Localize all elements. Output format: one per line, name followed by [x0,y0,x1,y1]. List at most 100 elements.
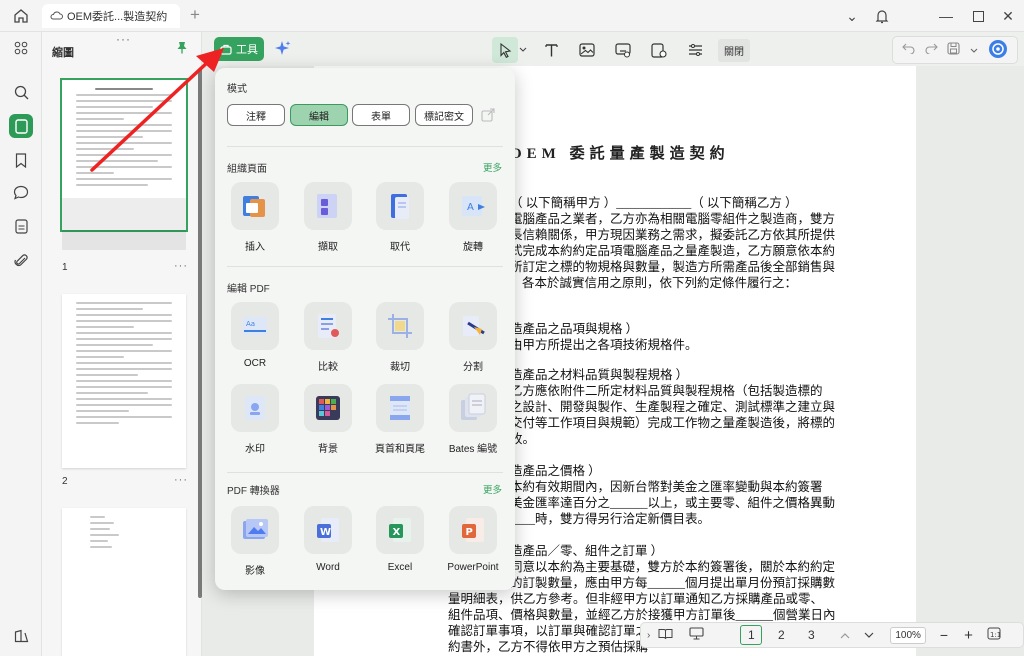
home-icon[interactable] [10,6,32,26]
attachment-icon[interactable] [9,248,33,272]
pin-icon[interactable] [176,41,188,57]
tool-rotate[interactable]: A 旋轉 [443,182,503,253]
excel-icon: X [376,506,424,554]
fit-actual-size-icon[interactable]: 1:1 [987,627,1001,643]
tool-extract[interactable]: 擷取 [298,182,358,253]
tool-insert[interactable]: 插入 [225,182,285,253]
tool-label: 取代 [390,242,410,253]
left-rail [0,32,42,656]
zoom-out-icon[interactable]: − [940,627,948,643]
panel-toggle-icon[interactable] [9,624,33,648]
toolbox-icon [220,44,232,55]
tool-label: 旋轉 [463,242,483,253]
presentation-icon[interactable] [689,627,704,643]
tool-to-word[interactable]: W Word [298,506,358,573]
new-tab-button[interactable]: + [190,5,200,25]
add-image-button[interactable] [574,37,600,63]
converter-more-link[interactable]: 更多 [483,482,502,496]
mode-redact-button[interactable]: 標記密文 [415,104,473,126]
search-icon[interactable] [9,80,33,104]
add-text-button[interactable] [538,37,564,63]
tool-crop[interactable]: 裁切 [370,302,430,373]
document-tab-title: OEM委託...製造契約 [67,11,168,23]
add-link-button[interactable] [610,37,636,63]
tool-watermark[interactable]: 水印 [225,384,285,455]
section-converter-title: PDF 轉換器 [227,486,280,497]
tool-background[interactable]: 背景 [298,384,358,455]
tool-label: 分割 [463,362,483,373]
tool-to-excel[interactable]: X Excel [370,506,430,573]
page-settings-button[interactable] [682,37,708,63]
organize-more-link[interactable]: 更多 [483,160,502,174]
comments-icon[interactable] [9,180,33,204]
chevron-up-icon[interactable] [840,628,850,642]
layers-icon[interactable] [9,214,33,238]
more-options-icon[interactable]: ··· [174,260,188,272]
mode-edit-button[interactable]: 編輯 [290,104,348,126]
minimize-button[interactable]: — [936,6,956,26]
apps-grid-icon[interactable] [9,36,33,60]
ai-assistant-icon[interactable] [988,39,1008,62]
mode-form-button[interactable]: 表單 [352,104,410,126]
document-tab[interactable]: OEM委託...製造契約 [42,4,180,28]
maximize-button[interactable] [968,6,988,26]
panel-drag-handle[interactable]: ··· [116,32,131,46]
chevron-down-icon[interactable] [864,628,874,642]
more-options-icon[interactable]: ··· [174,474,188,486]
tools-button-label: 工具 [236,44,258,56]
compare-icon [304,302,352,350]
tool-label: Bates 編號 [448,444,498,455]
extract-pages-icon [304,182,352,230]
page-thumbnail-2[interactable] [62,294,186,468]
zoom-in-icon[interactable]: + [964,627,973,644]
close-edit-button[interactable]: 關閉 [718,38,750,62]
bookmark-icon[interactable] [9,148,33,172]
chevron-right-icon[interactable]: › [647,630,650,641]
reading-mode-icon[interactable] [658,628,673,643]
close-window-button[interactable]: ✕ [998,6,1018,26]
redo-icon[interactable] [925,43,938,57]
page-button-1[interactable]: 1 [740,625,763,645]
mode-comment-button[interactable]: 注釋 [227,104,285,126]
tool-to-image[interactable]: 影像 [225,506,285,577]
bates-number-icon [449,384,497,432]
right-toolbar-group [892,36,1018,64]
divider [227,472,503,473]
undo-icon[interactable] [902,43,915,57]
page-thumbnail-3[interactable] [62,508,186,656]
ai-sparkle-icon[interactable] [272,38,294,60]
page-button-3[interactable]: 3 [800,625,822,645]
powerpoint-icon: P [449,506,497,554]
tool-to-powerpoint[interactable]: P PowerPoint [443,506,503,573]
tool-compare[interactable]: 比較 [298,302,358,373]
background-icon [304,384,352,432]
divider [227,146,503,147]
document-title: OEM 委託量產製造契約 [510,146,730,162]
tool-label: 擷取 [318,242,338,253]
section-edit-pdf-title: 編輯 PDF [227,284,270,295]
external-link-icon[interactable] [481,108,495,125]
chevron-down-icon[interactable]: ⌄ [842,6,862,26]
svg-text:X: X [393,527,401,538]
tool-header-footer[interactable]: 頁首和頁尾 [370,384,430,455]
tool-label: 影像 [245,566,265,577]
select-tool-button[interactable] [492,37,518,63]
save-icon[interactable] [947,42,961,58]
chevron-down-icon[interactable] [518,37,528,63]
tools-button[interactable]: 工具 [214,37,264,61]
tool-bates-number[interactable]: Bates 編號 [443,384,503,455]
tool-ocr[interactable]: Aa OCR [225,302,285,369]
tool-replace[interactable]: 取代 [370,182,430,253]
divider [227,266,503,267]
tool-label: 裁切 [390,362,410,373]
chevron-down-icon[interactable] [970,43,978,57]
bell-icon[interactable] [872,6,892,26]
thumbnails-icon[interactable] [9,114,33,138]
document-line: 由甲方所提出之各項技術規格件。 [510,338,698,352]
page-number-label: 2 [62,476,68,487]
cloud-icon [50,10,63,23]
watermark-tool-button[interactable] [646,37,672,63]
page-button-2[interactable]: 2 [770,625,792,645]
zoom-level[interactable]: 100% [890,626,926,644]
tool-split[interactable]: 分割 [443,302,503,373]
